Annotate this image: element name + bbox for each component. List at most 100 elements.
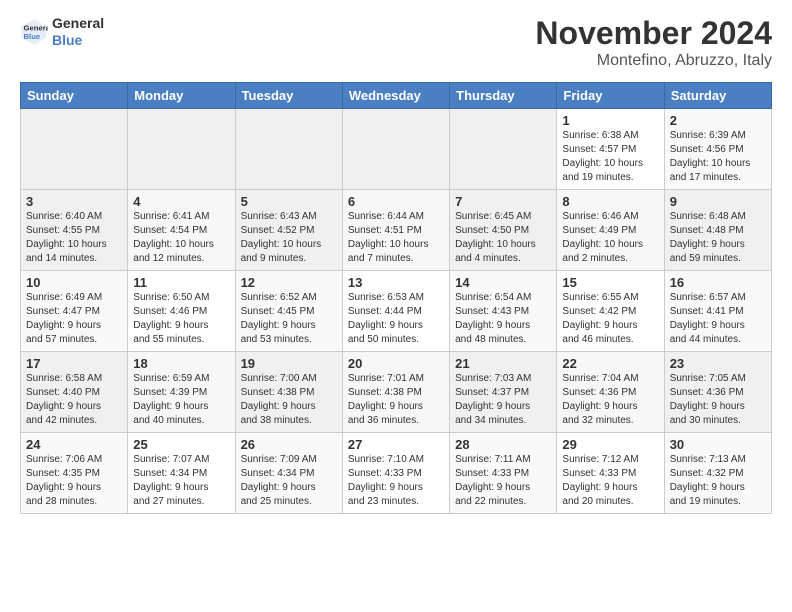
- day-info: Sunrise: 6:49 AM Sunset: 4:47 PM Dayligh…: [26, 291, 122, 347]
- table-row: 14Sunrise: 6:54 AM Sunset: 4:43 PM Dayli…: [450, 271, 557, 352]
- col-monday: Monday: [128, 83, 235, 109]
- day-number: 15: [562, 275, 658, 290]
- calendar-week-row: 3Sunrise: 6:40 AM Sunset: 4:55 PM Daylig…: [21, 190, 772, 271]
- day-number: 27: [348, 437, 444, 452]
- calendar-table: Sunday Monday Tuesday Wednesday Thursday…: [20, 82, 772, 514]
- day-info: Sunrise: 7:05 AM Sunset: 4:36 PM Dayligh…: [670, 372, 766, 428]
- title-section: November 2024 Montefino, Abruzzo, Italy: [535, 15, 772, 70]
- table-row: 22Sunrise: 7:04 AM Sunset: 4:36 PM Dayli…: [557, 352, 664, 433]
- calendar-week-row: 17Sunrise: 6:58 AM Sunset: 4:40 PM Dayli…: [21, 352, 772, 433]
- table-row: 27Sunrise: 7:10 AM Sunset: 4:33 PM Dayli…: [342, 433, 449, 514]
- day-number: 22: [562, 356, 658, 371]
- day-number: 25: [133, 437, 229, 452]
- day-number: 30: [670, 437, 766, 452]
- day-number: 5: [241, 194, 337, 209]
- day-info: Sunrise: 7:06 AM Sunset: 4:35 PM Dayligh…: [26, 453, 122, 509]
- day-number: 28: [455, 437, 551, 452]
- day-number: 21: [455, 356, 551, 371]
- day-info: Sunrise: 7:00 AM Sunset: 4:38 PM Dayligh…: [241, 372, 337, 428]
- day-info: Sunrise: 7:13 AM Sunset: 4:32 PM Dayligh…: [670, 453, 766, 509]
- table-row: 26Sunrise: 7:09 AM Sunset: 4:34 PM Dayli…: [235, 433, 342, 514]
- day-info: Sunrise: 6:39 AM Sunset: 4:56 PM Dayligh…: [670, 129, 766, 185]
- table-row: 3Sunrise: 6:40 AM Sunset: 4:55 PM Daylig…: [21, 190, 128, 271]
- logo-blue: Blue: [52, 32, 82, 48]
- table-row: [21, 109, 128, 190]
- col-wednesday: Wednesday: [342, 83, 449, 109]
- table-row: 7Sunrise: 6:45 AM Sunset: 4:50 PM Daylig…: [450, 190, 557, 271]
- table-row: 28Sunrise: 7:11 AM Sunset: 4:33 PM Dayli…: [450, 433, 557, 514]
- day-info: Sunrise: 6:50 AM Sunset: 4:46 PM Dayligh…: [133, 291, 229, 347]
- table-row: 18Sunrise: 6:59 AM Sunset: 4:39 PM Dayli…: [128, 352, 235, 433]
- col-saturday: Saturday: [664, 83, 771, 109]
- day-info: Sunrise: 7:11 AM Sunset: 4:33 PM Dayligh…: [455, 453, 551, 509]
- day-number: 12: [241, 275, 337, 290]
- day-info: Sunrise: 6:45 AM Sunset: 4:50 PM Dayligh…: [455, 210, 551, 266]
- table-row: 10Sunrise: 6:49 AM Sunset: 4:47 PM Dayli…: [21, 271, 128, 352]
- day-number: 2: [670, 113, 766, 128]
- day-info: Sunrise: 7:09 AM Sunset: 4:34 PM Dayligh…: [241, 453, 337, 509]
- location-subtitle: Montefino, Abruzzo, Italy: [535, 52, 772, 70]
- day-number: 18: [133, 356, 229, 371]
- table-row: 9Sunrise: 6:48 AM Sunset: 4:48 PM Daylig…: [664, 190, 771, 271]
- page-header: General Blue General Blue November 2024 …: [20, 15, 772, 70]
- day-info: Sunrise: 6:53 AM Sunset: 4:44 PM Dayligh…: [348, 291, 444, 347]
- month-title: November 2024: [535, 15, 772, 52]
- day-info: Sunrise: 7:12 AM Sunset: 4:33 PM Dayligh…: [562, 453, 658, 509]
- day-info: Sunrise: 6:55 AM Sunset: 4:42 PM Dayligh…: [562, 291, 658, 347]
- col-sunday: Sunday: [21, 83, 128, 109]
- calendar-week-row: 24Sunrise: 7:06 AM Sunset: 4:35 PM Dayli…: [21, 433, 772, 514]
- col-thursday: Thursday: [450, 83, 557, 109]
- day-info: Sunrise: 6:54 AM Sunset: 4:43 PM Dayligh…: [455, 291, 551, 347]
- table-row: 25Sunrise: 7:07 AM Sunset: 4:34 PM Dayli…: [128, 433, 235, 514]
- table-row: [235, 109, 342, 190]
- col-friday: Friday: [557, 83, 664, 109]
- day-info: Sunrise: 6:41 AM Sunset: 4:54 PM Dayligh…: [133, 210, 229, 266]
- day-number: 14: [455, 275, 551, 290]
- day-number: 3: [26, 194, 122, 209]
- day-info: Sunrise: 7:04 AM Sunset: 4:36 PM Dayligh…: [562, 372, 658, 428]
- day-info: Sunrise: 6:46 AM Sunset: 4:49 PM Dayligh…: [562, 210, 658, 266]
- table-row: 23Sunrise: 7:05 AM Sunset: 4:36 PM Dayli…: [664, 352, 771, 433]
- day-number: 1: [562, 113, 658, 128]
- table-row: [342, 109, 449, 190]
- day-info: Sunrise: 6:44 AM Sunset: 4:51 PM Dayligh…: [348, 210, 444, 266]
- calendar-week-row: 1Sunrise: 6:38 AM Sunset: 4:57 PM Daylig…: [21, 109, 772, 190]
- table-row: 17Sunrise: 6:58 AM Sunset: 4:40 PM Dayli…: [21, 352, 128, 433]
- calendar-week-row: 10Sunrise: 6:49 AM Sunset: 4:47 PM Dayli…: [21, 271, 772, 352]
- table-row: 4Sunrise: 6:41 AM Sunset: 4:54 PM Daylig…: [128, 190, 235, 271]
- table-row: 20Sunrise: 7:01 AM Sunset: 4:38 PM Dayli…: [342, 352, 449, 433]
- day-number: 17: [26, 356, 122, 371]
- table-row: 6Sunrise: 6:44 AM Sunset: 4:51 PM Daylig…: [342, 190, 449, 271]
- day-number: 4: [133, 194, 229, 209]
- day-number: 8: [562, 194, 658, 209]
- table-row: 12Sunrise: 6:52 AM Sunset: 4:45 PM Dayli…: [235, 271, 342, 352]
- day-number: 11: [133, 275, 229, 290]
- day-info: Sunrise: 6:59 AM Sunset: 4:39 PM Dayligh…: [133, 372, 229, 428]
- day-info: Sunrise: 6:40 AM Sunset: 4:55 PM Dayligh…: [26, 210, 122, 266]
- day-number: 24: [26, 437, 122, 452]
- day-info: Sunrise: 6:43 AM Sunset: 4:52 PM Dayligh…: [241, 210, 337, 266]
- col-tuesday: Tuesday: [235, 83, 342, 109]
- day-number: 19: [241, 356, 337, 371]
- table-row: 13Sunrise: 6:53 AM Sunset: 4:44 PM Dayli…: [342, 271, 449, 352]
- table-row: 24Sunrise: 7:06 AM Sunset: 4:35 PM Dayli…: [21, 433, 128, 514]
- day-info: Sunrise: 6:52 AM Sunset: 4:45 PM Dayligh…: [241, 291, 337, 347]
- svg-text:General: General: [24, 23, 49, 32]
- day-info: Sunrise: 6:58 AM Sunset: 4:40 PM Dayligh…: [26, 372, 122, 428]
- day-info: Sunrise: 7:01 AM Sunset: 4:38 PM Dayligh…: [348, 372, 444, 428]
- day-number: 16: [670, 275, 766, 290]
- day-number: 13: [348, 275, 444, 290]
- day-info: Sunrise: 6:57 AM Sunset: 4:41 PM Dayligh…: [670, 291, 766, 347]
- day-number: 9: [670, 194, 766, 209]
- table-row: 29Sunrise: 7:12 AM Sunset: 4:33 PM Dayli…: [557, 433, 664, 514]
- table-row: 1Sunrise: 6:38 AM Sunset: 4:57 PM Daylig…: [557, 109, 664, 190]
- day-info: Sunrise: 6:48 AM Sunset: 4:48 PM Dayligh…: [670, 210, 766, 266]
- day-number: 29: [562, 437, 658, 452]
- logo: General Blue General Blue: [20, 15, 104, 49]
- table-row: 21Sunrise: 7:03 AM Sunset: 4:37 PM Dayli…: [450, 352, 557, 433]
- day-number: 26: [241, 437, 337, 452]
- day-info: Sunrise: 6:38 AM Sunset: 4:57 PM Dayligh…: [562, 129, 658, 185]
- logo-general: General: [52, 15, 104, 31]
- table-row: [450, 109, 557, 190]
- day-number: 6: [348, 194, 444, 209]
